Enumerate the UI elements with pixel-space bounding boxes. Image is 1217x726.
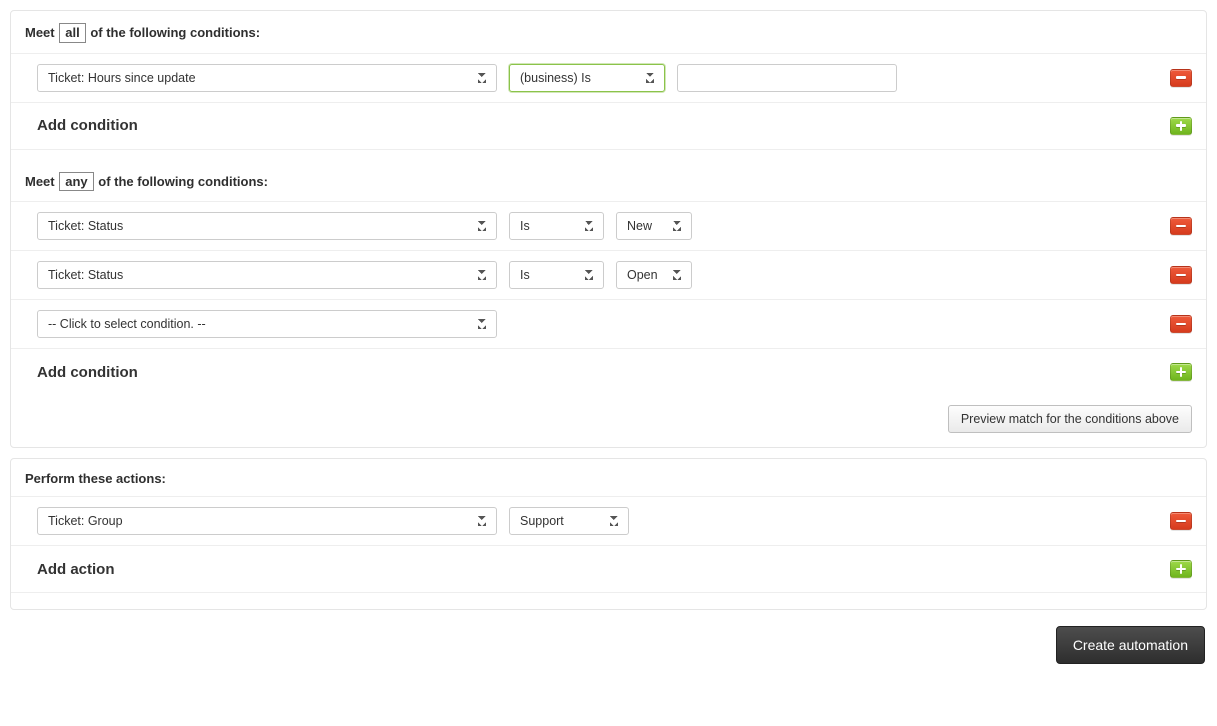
add-condition-label: Add condition (37, 364, 138, 381)
action-row: Ticket: Group Support (11, 496, 1206, 545)
actions-panel: Perform these actions: Ticket: Group Sup… (10, 458, 1207, 610)
add-condition-row: Add condition (11, 102, 1206, 149)
condition-value-input[interactable] (677, 64, 897, 92)
footer: Create automation (10, 620, 1207, 670)
minus-icon (1176, 520, 1186, 523)
add-action-label: Add action (37, 561, 115, 578)
condition-field-select[interactable]: Ticket: Status (37, 261, 497, 289)
preview-match-button[interactable]: Preview match for the conditions above (948, 405, 1192, 433)
header-text: Meet (25, 174, 55, 189)
match-mode-all[interactable]: all (59, 23, 85, 43)
minus-icon (1176, 323, 1186, 326)
header-text: of the following conditions: (90, 25, 260, 40)
remove-condition-button[interactable] (1170, 217, 1192, 235)
condition-row: -- Click to select condition. -- (11, 299, 1206, 348)
plus-icon (1180, 564, 1183, 574)
action-value-select[interactable]: Support (509, 507, 629, 535)
add-condition-row: Add condition (11, 348, 1206, 395)
preview-wrap: Preview match for the conditions above (11, 395, 1206, 447)
condition-row: Ticket: Hours since update (business) Is (11, 53, 1206, 102)
remove-action-button[interactable] (1170, 512, 1192, 530)
header-text: Meet (25, 25, 55, 40)
add-action-button[interactable] (1170, 560, 1192, 578)
match-mode-any[interactable]: any (59, 172, 93, 192)
conditions-panel: Meet all of the following conditions: Ti… (10, 10, 1207, 448)
minus-icon (1176, 76, 1186, 79)
add-condition-button[interactable] (1170, 363, 1192, 381)
actions-header: Perform these actions: (11, 459, 1206, 496)
condition-value-select[interactable]: Open (616, 261, 692, 289)
any-conditions-header: Meet any of the following conditions: (11, 149, 1206, 202)
plus-icon (1180, 121, 1183, 131)
header-text: of the following conditions: (98, 174, 268, 189)
condition-row: Ticket: Status Is New (11, 201, 1206, 250)
all-conditions-header: Meet all of the following conditions: (11, 11, 1206, 53)
remove-condition-button[interactable] (1170, 266, 1192, 284)
plus-icon (1180, 367, 1183, 377)
remove-condition-button[interactable] (1170, 315, 1192, 333)
condition-operator-select[interactable]: Is (509, 212, 604, 240)
action-field-select[interactable]: Ticket: Group (37, 507, 497, 535)
condition-row: Ticket: Status Is Open (11, 250, 1206, 299)
add-condition-label: Add condition (37, 117, 138, 134)
create-automation-button[interactable]: Create automation (1056, 626, 1205, 664)
condition-value-select[interactable]: New (616, 212, 692, 240)
condition-field-select[interactable]: Ticket: Status (37, 212, 497, 240)
condition-field-select[interactable]: Ticket: Hours since update (37, 64, 497, 92)
add-condition-button[interactable] (1170, 117, 1192, 135)
condition-operator-select[interactable]: Is (509, 261, 604, 289)
condition-field-select[interactable]: -- Click to select condition. -- (37, 310, 497, 338)
minus-icon (1176, 274, 1186, 277)
minus-icon (1176, 225, 1186, 228)
condition-operator-select[interactable]: (business) Is (509, 64, 665, 92)
add-action-row: Add action (11, 545, 1206, 593)
remove-condition-button[interactable] (1170, 69, 1192, 87)
